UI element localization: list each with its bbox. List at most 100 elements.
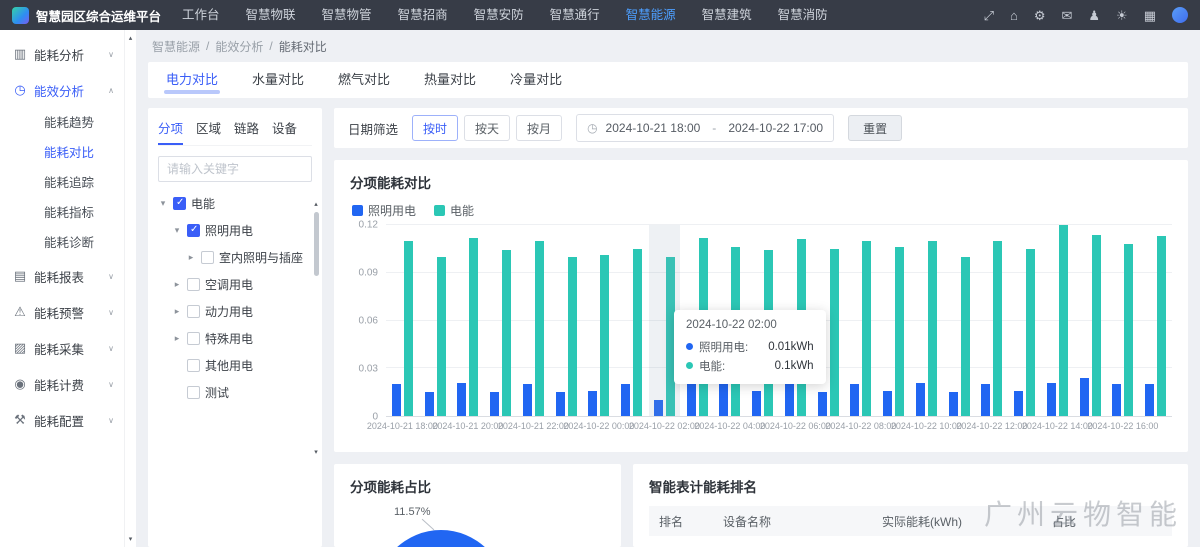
filter-tab[interactable]: 链路	[234, 118, 259, 145]
sidebar-item[interactable]: ▥能耗分析∨	[0, 36, 124, 72]
sidebar-item[interactable]: ▤能耗报表∨	[0, 258, 124, 294]
nav-item[interactable]: 智慧招商	[385, 0, 461, 30]
sidebar-item[interactable]: ▨能耗采集∨	[0, 330, 124, 366]
bar-group[interactable]	[452, 225, 485, 416]
tree-node[interactable]: ▾电能	[158, 190, 312, 217]
tree-node[interactable]: ▾照明用电	[158, 217, 312, 244]
sidebar-subitem[interactable]: 能耗对比	[0, 138, 124, 168]
range-end[interactable]: 2024-10-22 17:00	[728, 121, 823, 135]
caret-right-icon[interactable]: ▸	[172, 333, 182, 344]
checkbox[interactable]	[187, 332, 200, 345]
tab-active[interactable]: 电力对比	[166, 62, 218, 98]
legend-item[interactable]: 照明用电	[352, 202, 416, 219]
date-range-picker[interactable]: ◷ 2024-10-21 18:00 - 2024-10-22 17:00	[576, 114, 834, 142]
caret-right-icon[interactable]: ▸	[186, 252, 196, 263]
brightness-icon[interactable]: ☀	[1116, 9, 1128, 22]
tree-node[interactable]: ▸特殊用电	[158, 325, 312, 352]
tab-item[interactable]: 水量对比	[252, 62, 304, 98]
bar-照明用电	[687, 384, 696, 416]
bar-group[interactable]	[615, 225, 648, 416]
bar-group[interactable]	[550, 225, 583, 416]
nav-item[interactable]: 工作台	[169, 0, 233, 30]
tab-item[interactable]: 燃气对比	[338, 62, 390, 98]
scrollbar-thumb[interactable]	[314, 212, 319, 276]
granularity-button[interactable]: 按时	[412, 115, 458, 141]
bar-group[interactable]	[1041, 225, 1074, 416]
checkbox[interactable]	[173, 197, 186, 210]
tree-node[interactable]: ▸室内照明与插座	[158, 244, 312, 271]
breadcrumb-item[interactable]: 智慧能源	[152, 38, 200, 55]
caret-right-icon[interactable]: ▸	[172, 306, 182, 317]
table-row[interactable]: 1单项电能总表2.0686.92%	[649, 536, 1172, 547]
bar-group[interactable]	[877, 225, 910, 416]
sidebar-subitem[interactable]: 能耗趋势	[0, 108, 124, 138]
checkbox[interactable]	[187, 386, 200, 399]
scroll-up-icon[interactable]: ▴	[314, 200, 318, 208]
user-avatar[interactable]	[1172, 7, 1188, 23]
sidebar-item[interactable]: ◉能耗计费∨	[0, 366, 124, 402]
bar-group[interactable]	[976, 225, 1009, 416]
nav-item[interactable]: 智慧物联	[233, 0, 309, 30]
scroll-down-icon[interactable]: ▾	[129, 535, 133, 543]
checkbox[interactable]	[187, 359, 200, 372]
nav-item[interactable]: 智慧物管	[309, 0, 385, 30]
caret-right-icon[interactable]: ▸	[172, 279, 182, 290]
sidebar-scrollbar[interactable]: ▴ ▾	[124, 30, 136, 547]
checkbox[interactable]	[187, 278, 200, 291]
user-icon[interactable]: ♟	[1088, 9, 1100, 22]
sidebar-item[interactable]: ⚠能耗预警∨	[0, 294, 124, 330]
scroll-down-icon[interactable]: ▾	[314, 448, 318, 456]
pie-chart[interactable]	[376, 530, 506, 547]
bar-group[interactable]	[1107, 225, 1140, 416]
settings-icon[interactable]: ⚙	[1034, 9, 1046, 22]
range-start[interactable]: 2024-10-21 18:00	[606, 121, 701, 135]
tab-item[interactable]: 热量对比	[424, 62, 476, 98]
legend-item[interactable]: 电能	[434, 202, 474, 219]
caret-down-icon[interactable]: ▾	[172, 225, 182, 236]
nav-item[interactable]: 智慧建筑	[689, 0, 765, 30]
tree-node[interactable]: 其他用电	[158, 352, 312, 379]
caret-down-icon[interactable]: ▾	[158, 198, 168, 209]
nav-item[interactable]: 智慧能源	[613, 0, 689, 30]
bar-group[interactable]	[419, 225, 452, 416]
bar-group[interactable]	[1074, 225, 1107, 416]
granularity-button[interactable]: 按天	[464, 115, 510, 141]
sidebar-subitem[interactable]: 能耗追踪	[0, 168, 124, 198]
nav-item[interactable]: 智慧安防	[461, 0, 537, 30]
bar-group[interactable]	[484, 225, 517, 416]
checkbox[interactable]	[187, 305, 200, 318]
home-icon[interactable]: ⌂	[1010, 9, 1018, 22]
nav-item[interactable]: 智慧通行	[537, 0, 613, 30]
sidebar-subitem[interactable]: 能耗诊断	[0, 228, 124, 258]
reset-button[interactable]: 重置	[848, 115, 902, 141]
bar-group[interactable]	[583, 225, 616, 416]
bar-group[interactable]	[943, 225, 976, 416]
search-input[interactable]	[158, 156, 312, 182]
tree-node[interactable]: ▸动力用电	[158, 298, 312, 325]
scroll-up-icon[interactable]: ▴	[129, 34, 133, 42]
tree-node[interactable]: ▸空调用电	[158, 271, 312, 298]
granularity-button[interactable]: 按月	[516, 115, 562, 141]
sidebar-item[interactable]: ⚒能耗配置∨	[0, 402, 124, 438]
breadcrumb-item[interactable]: 能效分析	[215, 38, 263, 55]
tree-node[interactable]: 测试	[158, 379, 312, 406]
tree-scrollbar[interactable]: ▴ ▾	[312, 200, 320, 456]
mail-icon[interactable]: ✉	[1061, 9, 1072, 22]
filter-tab[interactable]: 区域	[196, 118, 221, 145]
filter-tab[interactable]: 分项	[158, 118, 183, 145]
apps-icon[interactable]: ▦	[1144, 9, 1156, 22]
checkbox[interactable]	[187, 224, 200, 237]
bar-group[interactable]	[1008, 225, 1041, 416]
fullscreen-icon[interactable]: ⤢	[984, 9, 994, 22]
bar-group[interactable]	[845, 225, 878, 416]
tab-item[interactable]: 冷量对比	[510, 62, 562, 98]
checkbox[interactable]	[201, 251, 214, 264]
sidebar-subitem[interactable]: 能耗指标	[0, 198, 124, 228]
bar-group[interactable]	[1139, 225, 1172, 416]
sidebar-item[interactable]: ◷能效分析∧	[0, 72, 124, 108]
filter-tab[interactable]: 设备	[272, 118, 297, 145]
bar-group[interactable]	[910, 225, 943, 416]
nav-item[interactable]: 智慧消防	[765, 0, 841, 30]
bar-group[interactable]	[517, 225, 550, 416]
bar-group[interactable]	[386, 225, 419, 416]
